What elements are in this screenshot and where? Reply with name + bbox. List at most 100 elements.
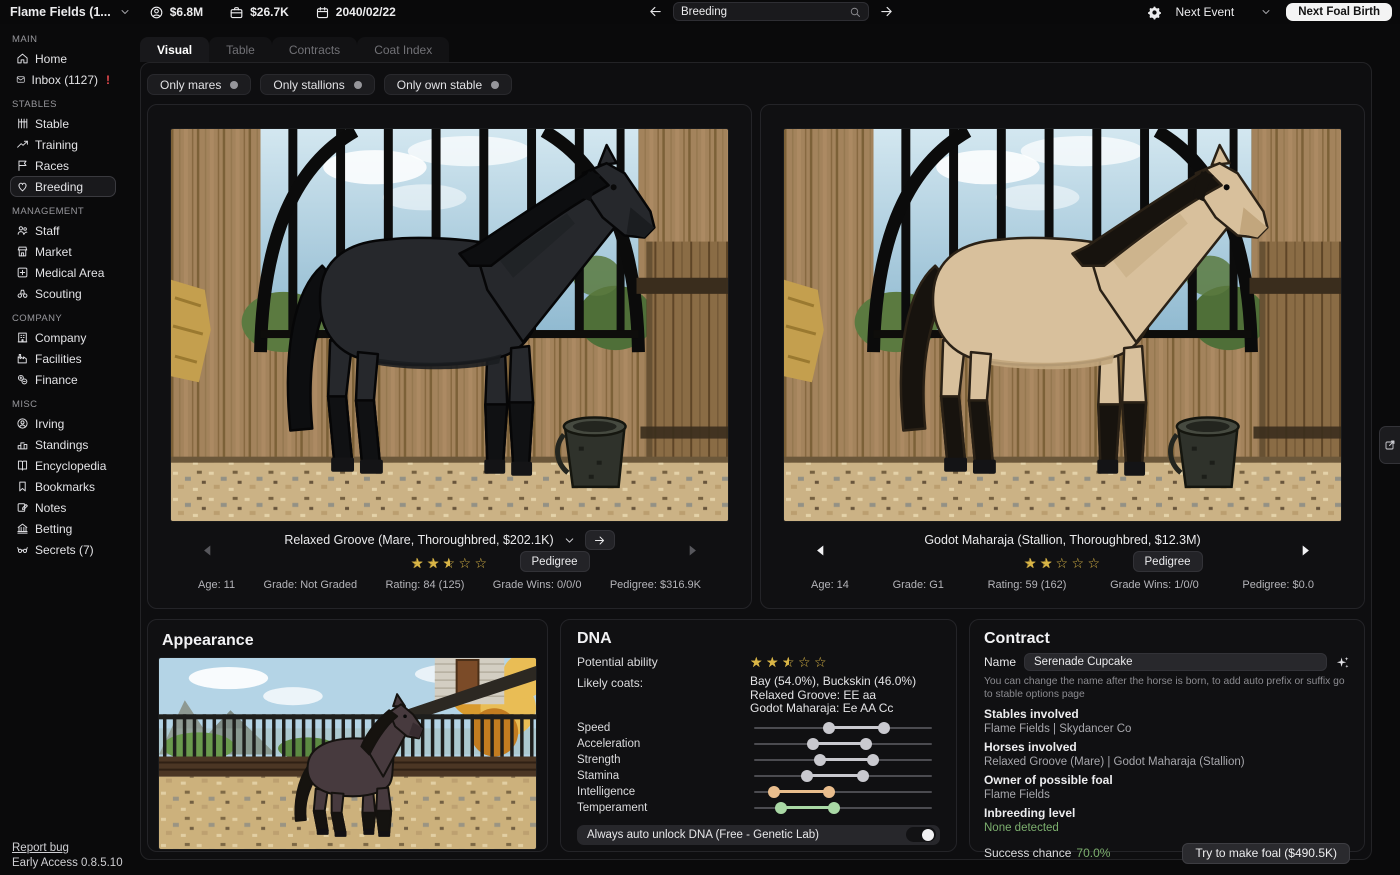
stable-switcher[interactable]: Flame Fields (1... — [10, 5, 131, 19]
report-bug-link[interactable]: Report bug — [12, 842, 123, 854]
next-foal-birth-button[interactable]: Next Foal Birth — [1286, 3, 1392, 21]
range-dot-high — [857, 770, 869, 782]
generate-name-sparkle-icon[interactable] — [1335, 655, 1350, 670]
horses-involved-value: Relaxed Groove (Mare) | Godot Maharaja (… — [984, 756, 1350, 768]
range-dot-low — [814, 754, 826, 766]
next-event-selector[interactable]: Next Event — [1176, 5, 1273, 19]
stat-value: Pedigree: $316.9K — [610, 579, 701, 591]
sidebar-item-icon — [16, 480, 29, 493]
sidebar-item[interactable]: Encyclopedia — [10, 455, 116, 476]
make-foal-button[interactable]: Try to make foal ($490.5K) — [1182, 843, 1350, 864]
sidebar-item-icon — [16, 52, 29, 65]
sidebar-item-icon — [16, 245, 29, 258]
filter-chip[interactable]: Only own stable — [384, 74, 512, 95]
foal-name-input[interactable] — [1024, 653, 1327, 671]
stat-value: Age: 11 — [198, 579, 235, 591]
mare-selector-chevron-icon[interactable] — [563, 534, 576, 547]
sidebar-item[interactable]: Inbox (1127) ! — [10, 69, 116, 90]
sidebar-item[interactable]: Bookmarks — [10, 476, 116, 497]
filter-toggle-dot-icon — [491, 81, 499, 89]
range-dot-low — [807, 738, 819, 750]
swap-arrow-button[interactable] — [585, 530, 615, 550]
sidebar-item[interactable]: Market — [10, 241, 116, 262]
tab[interactable]: Table — [209, 37, 272, 62]
sidebar-item[interactable]: Facilities — [10, 348, 116, 369]
sidebar-item[interactable]: Standings — [10, 434, 116, 455]
likely-coats-values: Bay (54.0%), Buckskin (46.0%) Relaxed Gr… — [750, 675, 940, 716]
search-input[interactable] — [681, 6, 843, 18]
star-icon: ☆★ — [766, 654, 780, 670]
stallion-portrait — [783, 128, 1342, 522]
dna-slider-row: Intelligence — [577, 784, 940, 800]
sidebar-item[interactable]: Races — [10, 155, 116, 176]
stat-value: Grade Wins: 0/0/0 — [493, 579, 582, 591]
range-dot-high — [860, 738, 872, 750]
stat-value: Rating: 59 (162) — [988, 579, 1067, 591]
sidebar-item[interactable]: Notes — [10, 497, 116, 518]
sidebar-item-icon — [16, 438, 29, 451]
tab[interactable]: Visual — [140, 37, 209, 62]
star-icon: ☆★ — [782, 654, 796, 670]
dna-slider-row: Temperament — [577, 800, 940, 816]
sidebar-item[interactable]: Breeding — [10, 176, 116, 197]
sidebar-item[interactable]: Secrets (7) — [10, 539, 116, 560]
next-mare-button[interactable] — [685, 543, 700, 558]
sidebar-item[interactable]: Stable — [10, 113, 116, 134]
chevron-down-icon — [1260, 6, 1272, 18]
filter-toggle-dot-icon — [230, 81, 238, 89]
dna-range-track — [754, 785, 932, 799]
star-icon: ☆★ — [750, 654, 764, 670]
star-icon: ☆★ — [1072, 555, 1086, 571]
appearance-panel: Appearance — [147, 619, 548, 852]
auto-unlock-dna-toggle[interactable] — [906, 827, 936, 842]
prev-stallion-button[interactable] — [813, 543, 828, 558]
star-icon: ☆★ — [1024, 555, 1038, 571]
filter-chip[interactable]: Only stallions — [260, 74, 374, 95]
side-drawer-button[interactable] — [1379, 426, 1400, 464]
star-icon: ☆★ — [475, 555, 489, 571]
stat-value: Grade: G1 — [893, 579, 944, 591]
stallion-name: Godot Maharaja (Stallion, Thoroughbred, … — [924, 533, 1200, 547]
inbox-alert-badge: ! — [106, 73, 110, 87]
sidebar-item[interactable]: Medical Area — [10, 262, 116, 283]
stable-name: Flame Fields (1... — [10, 5, 111, 19]
back-button[interactable] — [648, 4, 663, 19]
section-title: MAIN — [12, 34, 114, 45]
tab[interactable]: Coat Index — [357, 37, 449, 62]
sidebar-item[interactable]: Home — [10, 48, 116, 69]
dna-range-track — [754, 721, 932, 735]
next-stallion-button[interactable] — [1298, 543, 1313, 558]
mare-stats: Age: 11 Grade: Not Graded Rating: 84 (12… — [148, 575, 751, 591]
sidebar-item-icon — [16, 352, 29, 365]
filter-chip[interactable]: Only mares — [147, 74, 251, 95]
foal-preview — [158, 657, 537, 850]
range-dot-low — [801, 770, 813, 782]
sidebar: MAIN Home Inbox (1127) ! STABLES Stable — [0, 24, 126, 875]
sidebar-item-icon — [16, 501, 29, 514]
stat-value: Pedigree: $0.0 — [1242, 579, 1314, 591]
sidebar-item-icon — [16, 417, 29, 430]
likely-coats-label: Likely coats: — [577, 675, 750, 690]
sidebar-item[interactable]: Finance — [10, 369, 116, 390]
sidebar-item[interactable]: Company — [10, 327, 116, 348]
mare-name: Relaxed Groove (Mare, Thoroughbred, $202… — [284, 533, 553, 547]
stallion-card: Godot Maharaja (Stallion, Thoroughbred, … — [760, 104, 1365, 609]
sidebar-item[interactable]: Scouting — [10, 283, 116, 304]
horses-involved-label: Horses involved — [984, 740, 1350, 754]
stallion-pedigree-button[interactable]: Pedigree — [1133, 551, 1203, 572]
sidebar-item[interactable]: Staff — [10, 220, 116, 241]
contract-title: Contract — [984, 630, 1350, 648]
mare-pedigree-button[interactable]: Pedigree — [520, 551, 590, 572]
sidebar-item-icon — [16, 224, 29, 237]
section-title: MANAGEMENT — [12, 206, 114, 217]
sidebar-item-icon — [16, 117, 29, 130]
sidebar-item[interactable]: Irving — [10, 413, 116, 434]
inbreeding-value: None detected — [984, 822, 1350, 834]
gear-icon[interactable] — [1147, 5, 1162, 20]
prev-mare-button[interactable] — [200, 543, 215, 558]
search-box[interactable] — [673, 2, 869, 21]
tab[interactable]: Contracts — [272, 37, 357, 62]
sidebar-item[interactable]: Training — [10, 134, 116, 155]
forward-button[interactable] — [879, 4, 894, 19]
sidebar-item[interactable]: Betting — [10, 518, 116, 539]
